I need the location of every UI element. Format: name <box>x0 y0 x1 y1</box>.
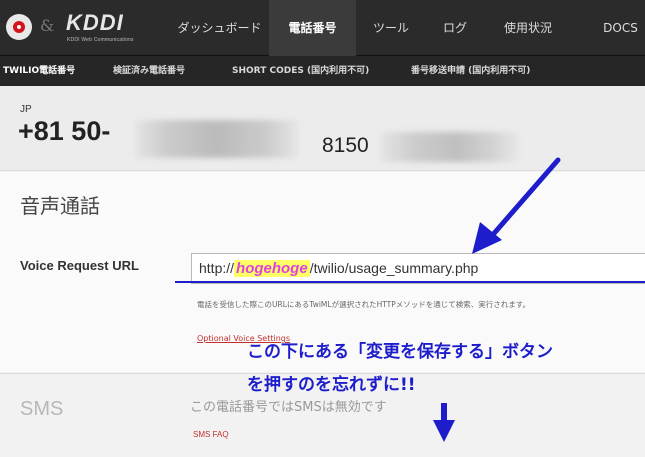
voice-request-url-label: Voice Request URL <box>20 258 139 273</box>
url-path: /twilio/usage_summary.php <box>309 260 479 276</box>
sub-navigation: TWILIO電話番号 検証済み電話番号 SHORT CODES (国内利用不可)… <box>0 56 645 86</box>
nav-docs[interactable]: DOCS <box>596 0 645 56</box>
top-navigation: & KDDI KDDI Web Communications ダッシュボード 電… <box>0 0 645 56</box>
url-prefix: http:// <box>199 260 235 276</box>
url-underline-annotation <box>175 281 645 283</box>
subnav-verified-numbers[interactable]: 検証済み電話番号 <box>113 56 185 86</box>
voice-section-title: 音声通話 <box>20 194 100 218</box>
logo-ampersand: & <box>40 16 55 35</box>
annotation-text-line-2: を押すのを忘れずに!! <box>247 375 416 395</box>
nav-dashboard[interactable]: ダッシュボード <box>170 0 269 56</box>
subnav-short-codes[interactable]: SHORT CODES (国内利用不可) <box>232 56 369 86</box>
phone-number-formatted: +81 50- <box>18 116 111 146</box>
subnav-number-porting[interactable]: 番号移送申請 (国内利用不可) <box>411 56 530 86</box>
sms-section-title: SMS <box>20 398 64 420</box>
voice-request-url-input[interactable]: http://hogehoge/twilio/usage_summary.php <box>191 253 645 284</box>
sms-disabled-message: この電話番号ではSMSは無効です <box>190 400 387 415</box>
phone-number-header: JP +81 50- 8150 <box>0 86 645 171</box>
logo-subtitle: KDDI Web Communications <box>67 37 134 43</box>
nav-phone-numbers[interactable]: 電話番号 <box>269 0 356 56</box>
subnav-twilio-numbers[interactable]: TWILIO電話番号 <box>3 56 75 86</box>
sms-faq-link[interactable]: SMS FAQ <box>193 430 229 439</box>
redacted-number-blur <box>134 120 299 158</box>
logo-kddi-text: KDDI <box>66 10 124 35</box>
kddi-logo[interactable]: & KDDI KDDI Web Communications <box>0 0 170 56</box>
voice-url-help-text: 電話を受信した際このURLにあるTwiMLが選択されたHTTPメソッドを通じて検… <box>197 300 531 309</box>
nav-tools[interactable]: ツール <box>356 0 426 56</box>
redacted-number-blur-2 <box>380 132 520 162</box>
country-code: JP <box>20 104 32 115</box>
annotation-text-line-1: この下にある「変更を保存する」ボタン <box>247 342 553 362</box>
url-highlighted-host: hogehoge <box>234 260 310 277</box>
nav-usage[interactable]: 使用状況 <box>484 0 572 56</box>
phone-number-raw: 8150 <box>322 134 369 157</box>
twilio-logo-icon <box>6 14 32 40</box>
nav-logs[interactable]: ログ <box>426 0 484 56</box>
